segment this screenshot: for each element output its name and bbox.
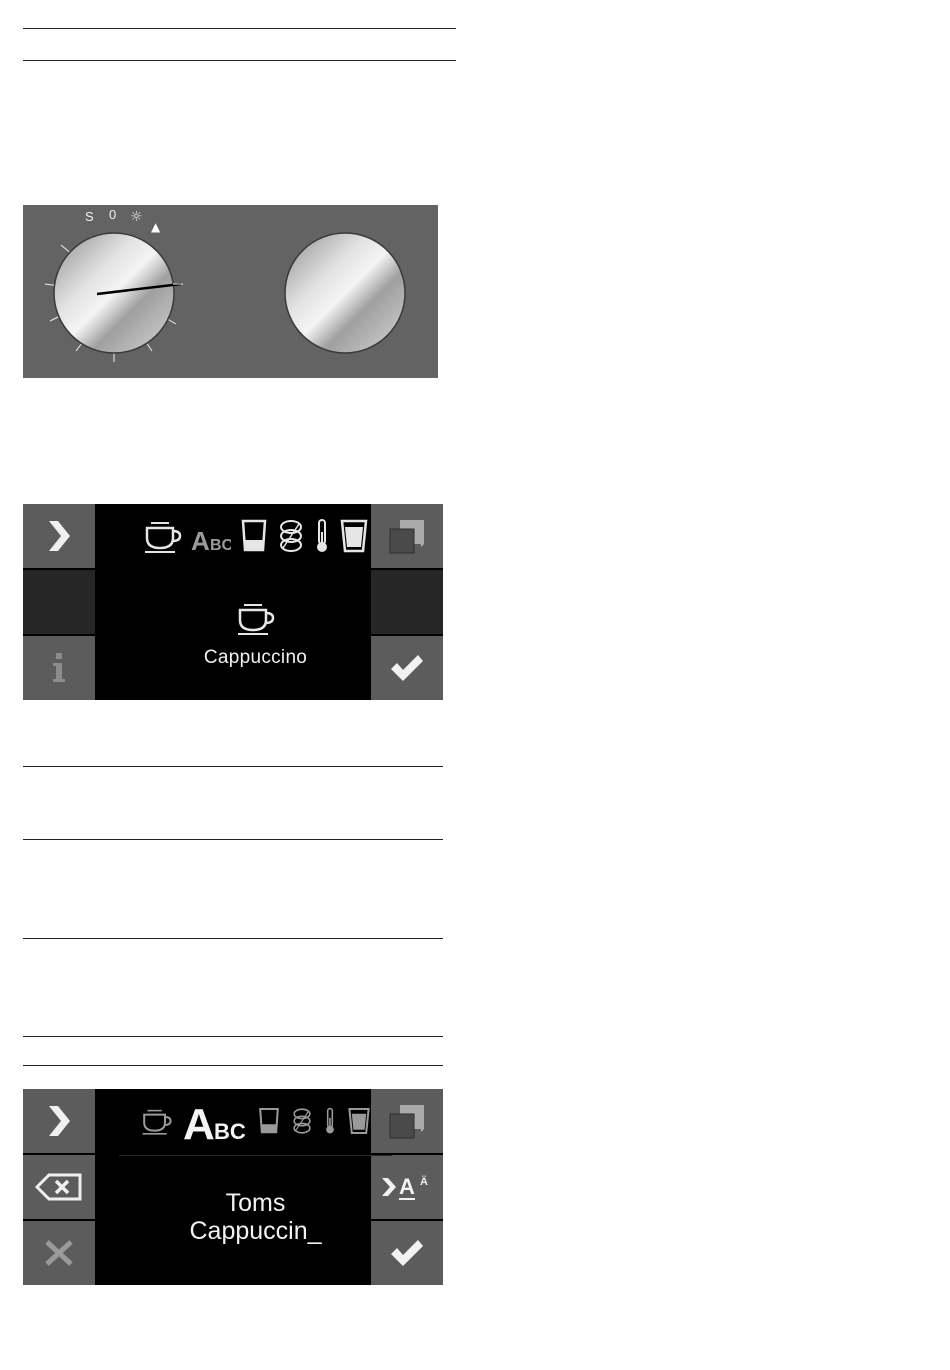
control-knob-panel: S 0 ☼ ▲ xyxy=(23,205,438,378)
tall-glass-icon[interactable] xyxy=(347,1106,371,1136)
name-entry-area[interactable]: Toms Cappuccin_ xyxy=(119,1189,392,1259)
checkmark-icon xyxy=(391,1240,423,1266)
coffee-display-2: A BC A Ä Toms Cappuccin_ xyxy=(23,1089,443,1285)
left-blank-button xyxy=(23,570,95,634)
cancel-button[interactable] xyxy=(23,1221,95,1285)
info-button[interactable] xyxy=(23,636,95,700)
cup-icon[interactable] xyxy=(143,518,183,554)
knob-label-s: S xyxy=(85,209,94,224)
thermometer-icon[interactable] xyxy=(313,518,331,554)
checkmark-icon xyxy=(391,655,423,681)
drink-name-text: Toms Cappuccin_ xyxy=(189,1189,322,1245)
copy-button[interactable] xyxy=(371,504,443,568)
top-rule-2 xyxy=(23,60,456,61)
divider-rule-1 xyxy=(23,766,443,767)
chevron-right-icon xyxy=(49,521,70,551)
thermometer-icon[interactable] xyxy=(323,1106,337,1136)
glass-icon[interactable] xyxy=(257,1106,281,1136)
svg-text:BC: BC xyxy=(214,1119,246,1143)
tall-glass-icon[interactable] xyxy=(339,518,369,554)
abc-icon[interactable]: A BC xyxy=(183,1099,247,1143)
next-button[interactable] xyxy=(23,1089,95,1153)
drink-label: Cappuccino xyxy=(203,647,308,668)
abc-icon[interactable]: A BC xyxy=(191,518,231,554)
beans-icon[interactable] xyxy=(277,518,305,554)
coffee-display-1: A BC Cappuccino xyxy=(23,504,443,700)
close-icon xyxy=(45,1240,73,1266)
backspace-icon xyxy=(35,1173,82,1201)
left-control-knob[interactable] xyxy=(53,232,183,354)
function-icon-row: A BC xyxy=(119,504,392,568)
divider-rule-4 xyxy=(23,1036,443,1037)
svg-text:BC: BC xyxy=(210,537,231,554)
function-icon-row: A BC xyxy=(119,1089,392,1153)
divider-rule-2 xyxy=(23,839,443,840)
glass-icon[interactable] xyxy=(239,518,269,554)
copy-button[interactable] xyxy=(371,1089,443,1153)
cup-icon[interactable] xyxy=(141,1106,173,1136)
svg-text:A: A xyxy=(191,526,210,554)
cup-icon xyxy=(237,604,274,635)
divider-rule-3 xyxy=(23,938,443,939)
svg-text:A: A xyxy=(183,1100,215,1143)
info-icon xyxy=(53,653,65,682)
backspace-button[interactable] xyxy=(23,1155,95,1219)
right-control-knob[interactable] xyxy=(284,232,406,354)
svg-text:A: A xyxy=(399,1174,415,1199)
light-icon: ☼ xyxy=(130,209,143,225)
copy-icon xyxy=(389,520,424,554)
top-rule-1 xyxy=(23,28,456,29)
copy-icon xyxy=(389,1105,424,1139)
divider-rule-5 xyxy=(23,1065,443,1066)
triangle-marker-icon: ▲ xyxy=(151,220,161,234)
next-button[interactable] xyxy=(23,504,95,568)
knob-label-zero: 0 xyxy=(109,207,116,222)
drink-selection-area[interactable]: Cappuccino xyxy=(119,600,392,680)
display-separator xyxy=(119,1155,392,1156)
beans-icon[interactable] xyxy=(291,1106,313,1136)
svg-text:Ä: Ä xyxy=(420,1175,428,1188)
chevron-right-icon xyxy=(49,1106,70,1136)
